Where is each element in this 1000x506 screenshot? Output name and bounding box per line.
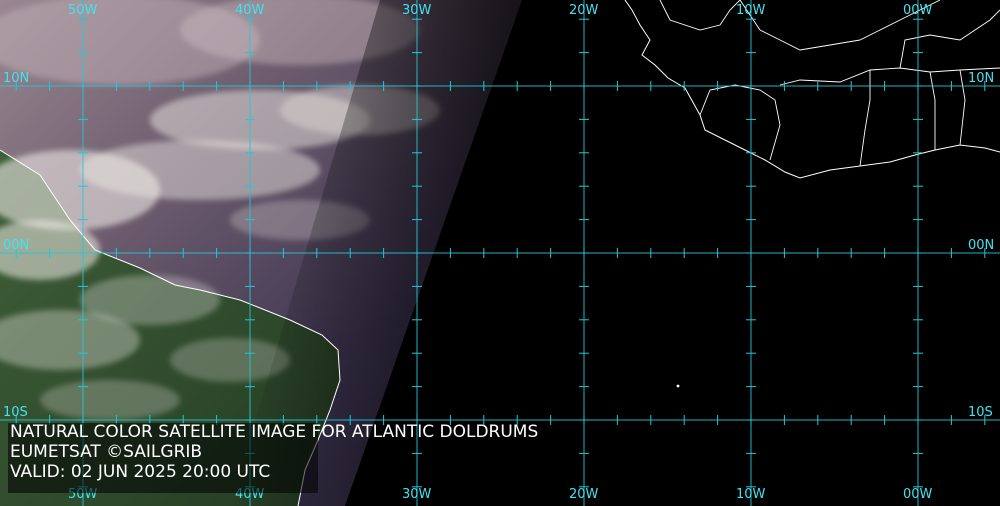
lat-label-10n-right: 10N: [968, 71, 995, 86]
lat-label-10s-left: 10S: [3, 405, 28, 420]
lon-label-30w-bottom: 30W: [402, 487, 432, 502]
caption-credit: EUMETSAT ©SAILGRIB: [10, 442, 203, 462]
lat-label-00n-right: 00N: [968, 238, 995, 253]
lon-label-50w-top: 50W: [68, 3, 98, 18]
lat-label-10s-right: 10S: [968, 405, 993, 420]
caption-title: NATURAL COLOR SATELLITE IMAGE FOR ATLANT…: [10, 422, 539, 442]
lat-label-00n-left: 00N: [3, 238, 30, 253]
lon-label-20w-top: 20W: [569, 3, 599, 18]
lon-label-10w-bottom: 10W: [736, 487, 766, 502]
lon-label-00w-top: 00W: [903, 3, 933, 18]
lat-label-10n-left: 10N: [3, 71, 30, 86]
satellite-map[interactable]: 50W 40W 30W 20W 10W 00W 50W 40W 30W 20W …: [0, 0, 1000, 506]
lon-label-10w-top: 10W: [736, 3, 766, 18]
lon-label-40w-top: 40W: [235, 3, 265, 18]
island-marker: [676, 384, 680, 388]
caption-valid-time: VALID: 02 JUN 2025 20:00 UTC: [10, 462, 271, 482]
lon-label-20w-bottom: 20W: [569, 487, 599, 502]
lon-label-30w-top: 30W: [402, 3, 432, 18]
lon-label-00w-bottom: 00W: [903, 487, 933, 502]
